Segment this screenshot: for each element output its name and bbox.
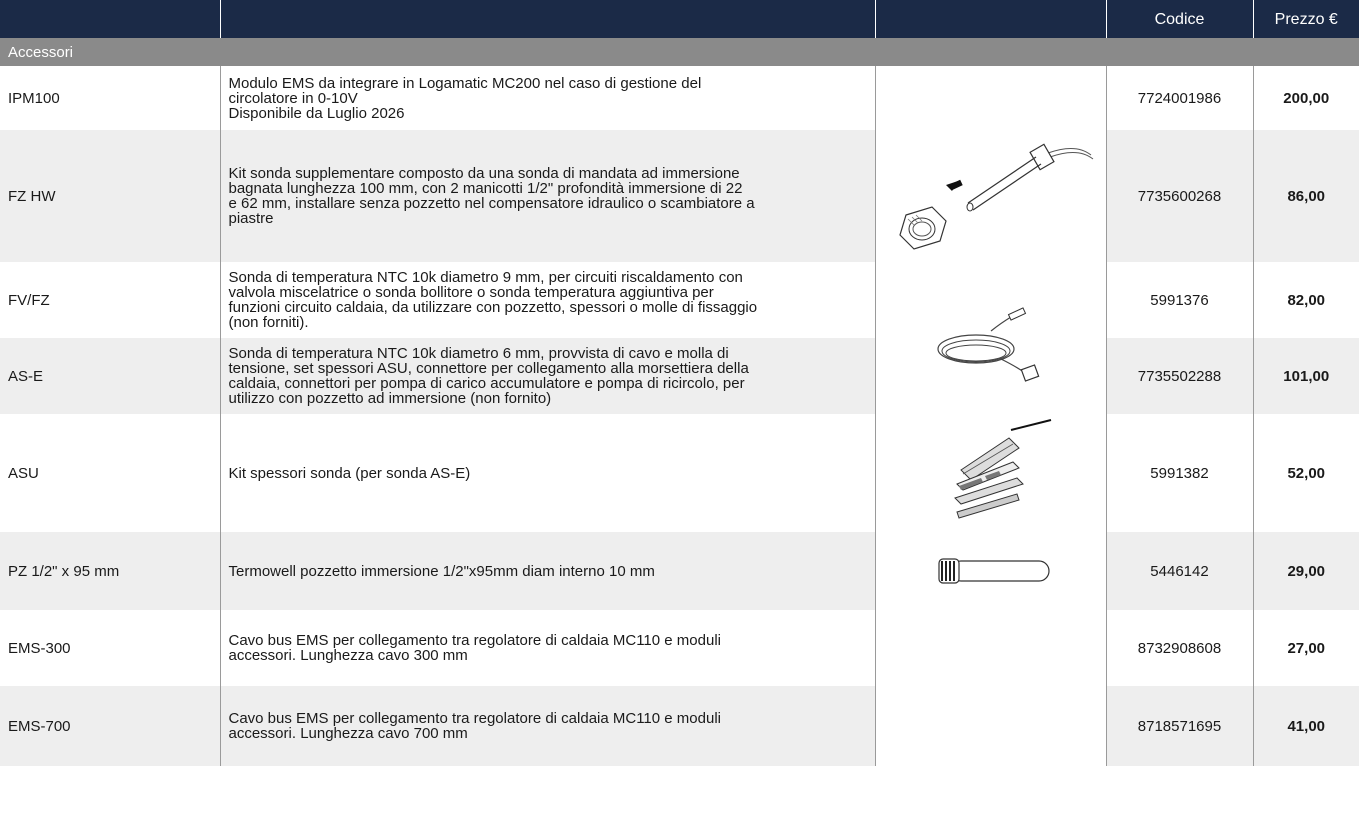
description-line: piastre: [228, 210, 274, 227]
product-image-cell: [875, 262, 1107, 414]
product-price: 52,00: [1253, 414, 1359, 532]
product-code: 5446142: [1106, 532, 1254, 610]
sensor-shims-image: [953, 419, 1051, 519]
header-description-cell: [220, 0, 876, 38]
product-description: Sonda di temperatura NTC 10k diametro 9 …: [220, 262, 876, 338]
product-code: 8732908608: [1106, 610, 1254, 686]
description-line: accessori. Lunghezza cavo 700 mm: [228, 725, 468, 742]
immersion-probe-image: [898, 143, 1093, 250]
product-code: 5991376: [1106, 262, 1254, 338]
product-name: FV/FZ: [0, 262, 221, 338]
description-line: Kit spessori sonda (per sonda AS-E): [228, 464, 471, 482]
description-line: Cavo bus EMS per collegamento tra regola…: [228, 710, 721, 727]
product-name: AS-E: [0, 338, 221, 414]
product-image-cell: [875, 130, 1107, 262]
header-code-cell: Codice: [1106, 0, 1254, 38]
thermowell-image: [937, 558, 1050, 584]
category-label: Accessori: [0, 38, 1359, 66]
description-line: e 62 mm, installare senza pozzetto nel c…: [228, 195, 755, 212]
table-row: FZ HW Kit sonda supplementare composto d…: [0, 130, 1359, 262]
product-price: 86,00: [1253, 130, 1359, 262]
product-code: 5991382: [1106, 414, 1254, 532]
table-header: Codice Prezzo €: [0, 0, 1359, 38]
product-code: 7724001986: [1106, 66, 1254, 130]
product-price: 101,00: [1253, 338, 1359, 414]
product-name: ASU: [0, 414, 221, 532]
product-price: 82,00: [1253, 262, 1359, 338]
description-line: valvola miscelatrice o sonda bollitore o…: [228, 284, 714, 301]
table-row: PZ 1/2" x 95 mm Termowell pozzetto immer…: [0, 532, 1359, 610]
product-name: PZ 1/2" x 95 mm: [0, 532, 221, 610]
description-line: bagnata lunghezza 100 mm, con 2 manicott…: [228, 180, 743, 197]
description-line: Termowell pozzetto immersione 1/2"x95mm …: [228, 562, 655, 580]
product-name: EMS-700: [0, 686, 221, 766]
table-row: ASU Kit spessori sonda (per sonda AS-E) …: [0, 414, 1359, 532]
product-description: Kit spessori sonda (per sonda AS-E): [220, 414, 876, 532]
description-line: Disponibile da Luglio 2026: [228, 104, 405, 122]
product-description: Modulo EMS da integrare in Logamatic MC2…: [220, 66, 876, 130]
description-line: circolatore in 0-10V: [228, 89, 358, 107]
product-price: 41,00: [1253, 686, 1359, 766]
description-line: utilizzo con pozzetto ad immersione (non…: [228, 390, 552, 407]
header-image-cell: [875, 0, 1107, 38]
product-description: Termowell pozzetto immersione 1/2"x95mm …: [220, 532, 876, 610]
product-image-cell: [875, 66, 1107, 130]
product-code: 7735502288: [1106, 338, 1254, 414]
product-code: 7735600268: [1106, 130, 1254, 262]
product-image-cell: [875, 686, 1107, 766]
description-line: Modulo EMS da integrare in Logamatic MC2…: [228, 74, 702, 92]
description-line: caldaia, connettori per pompa di carico …: [228, 375, 745, 392]
description-line: Sonda di temperatura NTC 10k diametro 6 …: [228, 345, 729, 362]
product-description: Sonda di temperatura NTC 10k diametro 6 …: [220, 338, 876, 414]
description-line: Kit sonda supplementare composto da una …: [228, 165, 740, 182]
product-price: 29,00: [1253, 532, 1359, 610]
product-image-cell: [875, 532, 1107, 610]
description-line: Sonda di temperatura NTC 10k diametro 9 …: [228, 269, 743, 286]
description-line: (non forniti).: [228, 314, 309, 331]
product-name: IPM100: [0, 66, 221, 130]
description-line: funzioni circuito caldaia, da utilizzare…: [228, 299, 758, 316]
product-description: Cavo bus EMS per collegamento tra regola…: [220, 686, 876, 766]
description-line: tensione, set spessori ASU, connettore p…: [228, 360, 749, 377]
table-row: IPM100 Modulo EMS da integrare in Logama…: [0, 66, 1359, 130]
product-image-cell: [875, 610, 1107, 686]
description-line: Cavo bus EMS per collegamento tra regola…: [228, 632, 721, 649]
price-list-table: Codice Prezzo € Accessori IPM100 Modulo …: [0, 0, 1359, 766]
header-price-cell: Prezzo €: [1253, 0, 1359, 38]
product-description: Cavo bus EMS per collegamento tra regola…: [220, 610, 876, 686]
product-description: Kit sonda supplementare composto da una …: [220, 130, 876, 262]
product-price: 27,00: [1253, 610, 1359, 686]
table-row: AS-E Sonda di temperatura NTC 10k diamet…: [0, 338, 1359, 414]
product-price: 200,00: [1253, 66, 1359, 130]
product-name: EMS-300: [0, 610, 221, 686]
table-row: FV/FZ Sonda di temperatura NTC 10k diame…: [0, 262, 1359, 414]
table-row: EMS-700 Cavo bus EMS per collegamento tr…: [0, 686, 1359, 766]
table-row: EMS-300 Cavo bus EMS per collegamento tr…: [0, 610, 1359, 686]
product-code: 8718571695: [1106, 686, 1254, 766]
product-image-cell: [875, 414, 1107, 532]
cable-sensor-image: [936, 307, 1039, 382]
header-product-cell: [0, 0, 221, 38]
description-line: accessori. Lunghezza cavo 300 mm: [228, 647, 468, 664]
product-name: FZ HW: [0, 130, 221, 262]
category-row: Accessori: [0, 38, 1359, 66]
